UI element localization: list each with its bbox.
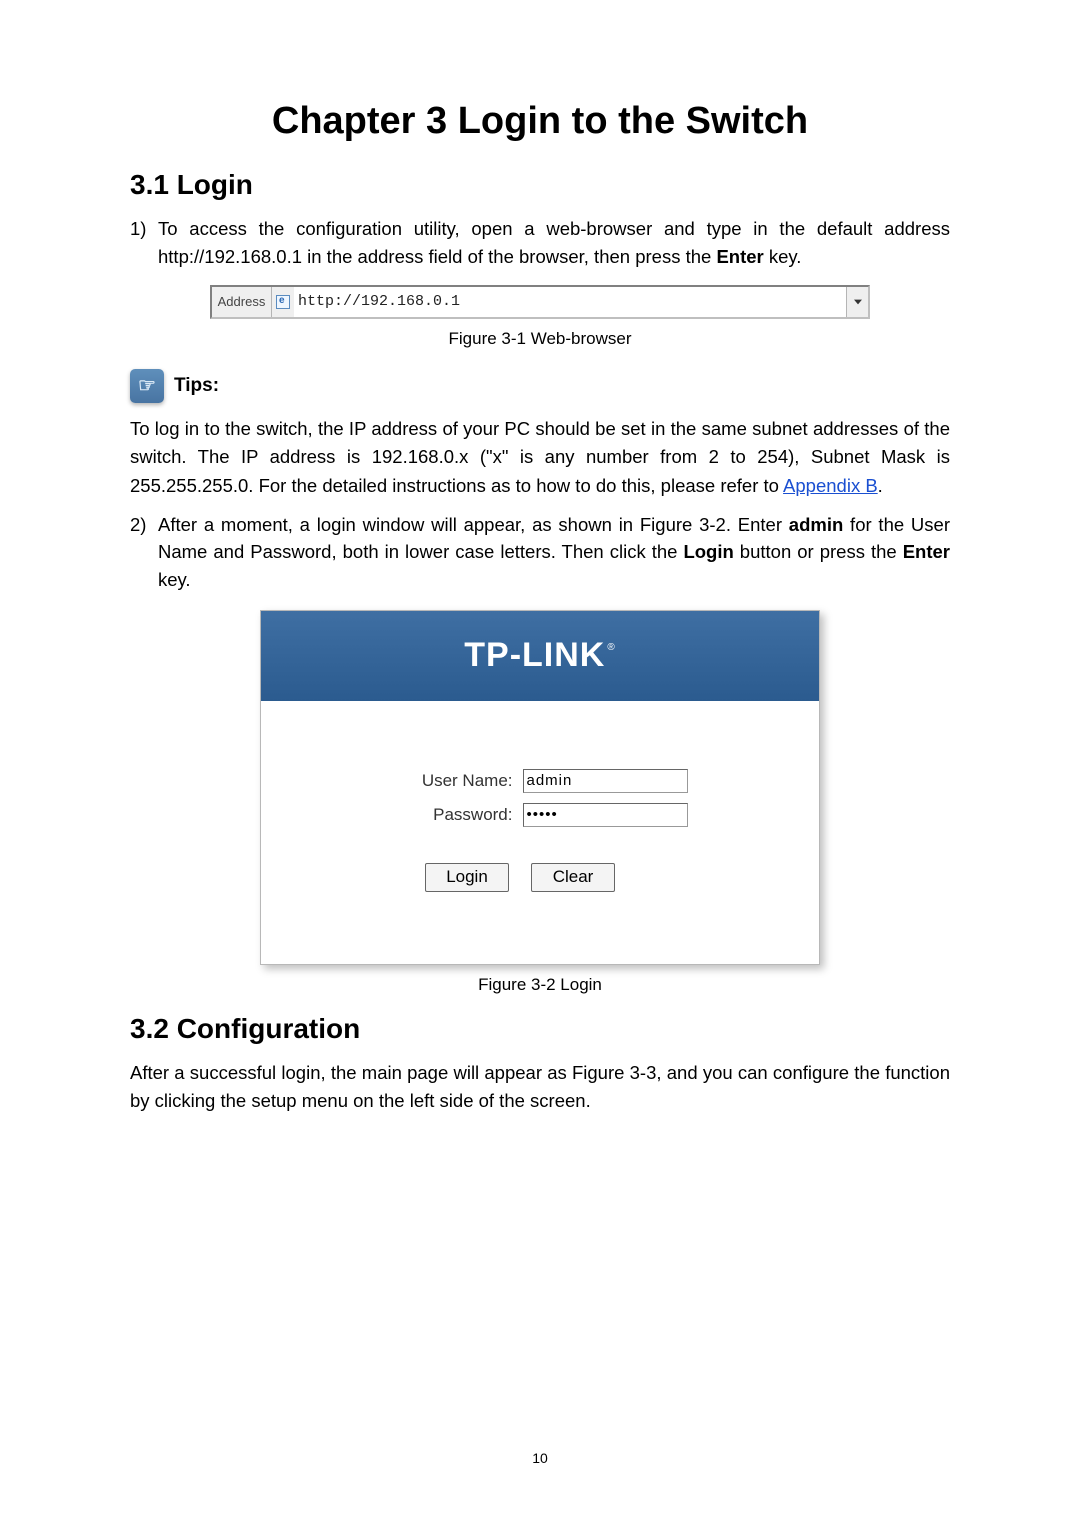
step-2-b3: Enter [903, 541, 950, 562]
tips-text-post: . [878, 475, 883, 496]
tips-heading: ☞ Tips: [130, 369, 950, 403]
address-bar-figure: Address [210, 285, 950, 319]
address-bar-label: Address [212, 287, 272, 317]
step-2-t3: button or press the [734, 541, 903, 562]
clear-button[interactable]: Clear [531, 863, 615, 892]
password-label: Password: [393, 805, 523, 825]
address-bar: Address [210, 285, 870, 319]
tips-paragraph: To log in to the switch, the IP address … [130, 415, 950, 501]
step-2-number: 2) [130, 511, 158, 594]
tips-icon: ☞ [130, 369, 164, 403]
tp-link-logo: TP-LINK® [464, 636, 615, 675]
login-form: User Name: Password: Login Clear [261, 701, 819, 892]
step-2-b1: admin [789, 514, 843, 535]
step-1-number: 1) [130, 215, 158, 271]
step-1-bold: Enter [716, 246, 763, 267]
username-row: User Name: [393, 769, 688, 793]
ie-page-icon [272, 287, 294, 317]
username-input[interactable] [523, 769, 688, 793]
tips-label: Tips: [174, 375, 219, 397]
chevron-down-icon [854, 298, 862, 306]
step-2: 2) After a moment, a login window will a… [130, 511, 950, 594]
step-2-t4: key. [158, 569, 191, 590]
login-box: TP-LINK® User Name: Password: Login Clea… [260, 610, 820, 965]
configuration-paragraph: After a successful login, the main page … [130, 1059, 950, 1116]
username-label: User Name: [393, 771, 523, 791]
password-input[interactable] [523, 803, 688, 827]
figure-1-caption: Figure 3-1 Web-browser [130, 329, 950, 349]
address-dropdown-button[interactable] [846, 287, 868, 317]
chapter-title: Chapter 3 Login to the Switch [130, 100, 950, 143]
section-title-login: 3.1 Login [130, 169, 950, 201]
step-1-text: To access the configuration utility, ope… [158, 215, 950, 271]
login-button-row: Login Clear [425, 863, 655, 892]
figure-2-caption: Figure 3-2 Login [130, 975, 950, 995]
login-figure: TP-LINK® User Name: Password: Login Clea… [130, 610, 950, 965]
step-2-t1: After a moment, a login window will appe… [158, 514, 789, 535]
login-header: TP-LINK® [261, 611, 819, 701]
address-input[interactable] [294, 287, 846, 317]
step-1-post: key. [764, 246, 802, 267]
registered-mark: ® [607, 642, 615, 653]
login-button[interactable]: Login [425, 863, 509, 892]
step-2-text: After a moment, a login window will appe… [158, 511, 950, 594]
step-2-b2: Login [683, 541, 733, 562]
password-row: Password: [393, 803, 688, 827]
step-1-pre: To access the configuration utility, ope… [158, 218, 950, 267]
page-number: 10 [0, 1450, 1080, 1466]
logo-text: TP-LINK [464, 636, 605, 675]
appendix-b-link[interactable]: Appendix B [783, 475, 878, 496]
step-1: 1) To access the configuration utility, … [130, 215, 950, 271]
section-title-configuration: 3.2 Configuration [130, 1013, 950, 1045]
